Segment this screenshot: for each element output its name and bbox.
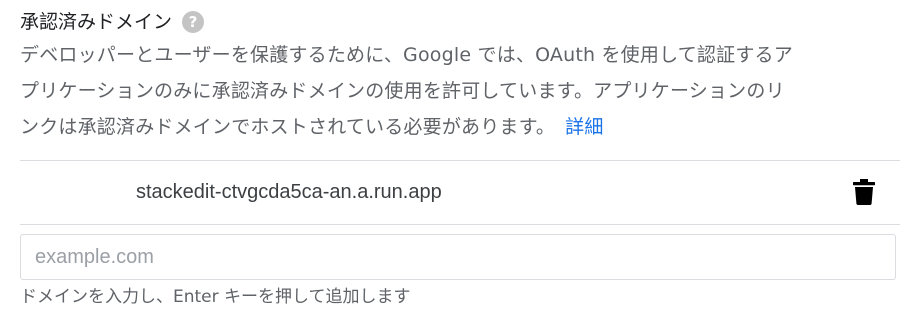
new-domain-input[interactable] xyxy=(21,235,895,279)
description-line: プリケーションのみに承認済みドメインの使用を許可しています。アプリケーションのリ xyxy=(20,80,785,102)
delete-domain-button[interactable] xyxy=(850,178,878,206)
section-header: 承認済みドメイン ? xyxy=(20,8,205,36)
description-line: デベロッパーとユーザーを保護するために、Google では、OAuth を使用し… xyxy=(20,44,793,66)
domain-name: stackedit-ctvgcda5ca-an.a.run.app xyxy=(136,181,442,203)
domain-list-item: stackedit-ctvgcda5ca-an.a.run.app xyxy=(20,161,900,225)
description-text: ンクは承認済みドメインでホストされている必要があります。 xyxy=(20,116,556,138)
learn-more-link[interactable]: 詳細 xyxy=(565,116,603,138)
section-title: 承認済みドメイン xyxy=(20,11,173,33)
section-description: デベロッパーとユーザーを保護するために、Google では、OAuth を使用し… xyxy=(20,37,892,145)
description-line-last: ンクは承認済みドメインでホストされている必要があります。 詳細 xyxy=(20,109,892,145)
help-icon[interactable]: ? xyxy=(182,11,205,33)
input-hint: ドメインを入力し、Enter キーを押して追加します xyxy=(20,287,411,307)
trash-icon xyxy=(853,179,875,205)
new-domain-field xyxy=(20,234,896,280)
